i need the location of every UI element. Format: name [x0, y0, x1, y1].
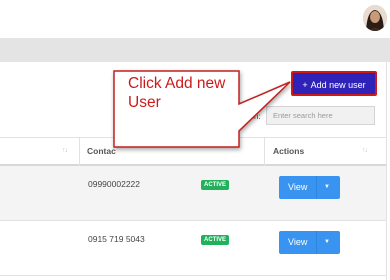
view-button[interactable]: View ▼ [279, 231, 340, 254]
chevron-down-icon[interactable]: ▼ [324, 231, 330, 254]
user-avatar-icon[interactable] [363, 5, 387, 31]
annotation-text: Click Add new User [128, 75, 226, 111]
status-badge: ACTIVE [201, 235, 229, 245]
view-button[interactable]: View ▼ [279, 176, 340, 199]
card-border [386, 62, 387, 280]
sort-icon[interactable]: ↑↓ [362, 147, 368, 154]
sort-icon[interactable]: ↑↓ [62, 147, 68, 154]
contact-cell: 09990002222 [88, 179, 141, 189]
search-label: ch: [250, 112, 261, 121]
section-header-bar [0, 38, 390, 62]
plus-icon: + [302, 80, 308, 90]
button-divider [316, 231, 317, 254]
column-divider [79, 137, 80, 166]
search-input[interactable] [266, 106, 375, 125]
contact-cell: 0915 719 5043 [88, 234, 145, 244]
chevron-down-icon[interactable]: ▼ [324, 176, 330, 199]
table-header [0, 137, 386, 166]
button-divider [316, 176, 317, 199]
status-badge: ACTIVE [201, 180, 229, 190]
column-header-contact[interactable]: Contac [87, 146, 116, 156]
add-new-user-button[interactable]: + Add new user [291, 71, 377, 96]
column-divider [264, 137, 265, 166]
view-button-label: View [288, 182, 308, 192]
column-header-actions[interactable]: Actions [273, 146, 304, 156]
view-button-label: View [288, 237, 308, 247]
add-new-user-label: Add new user [310, 80, 366, 90]
top-navbar [0, 0, 390, 38]
